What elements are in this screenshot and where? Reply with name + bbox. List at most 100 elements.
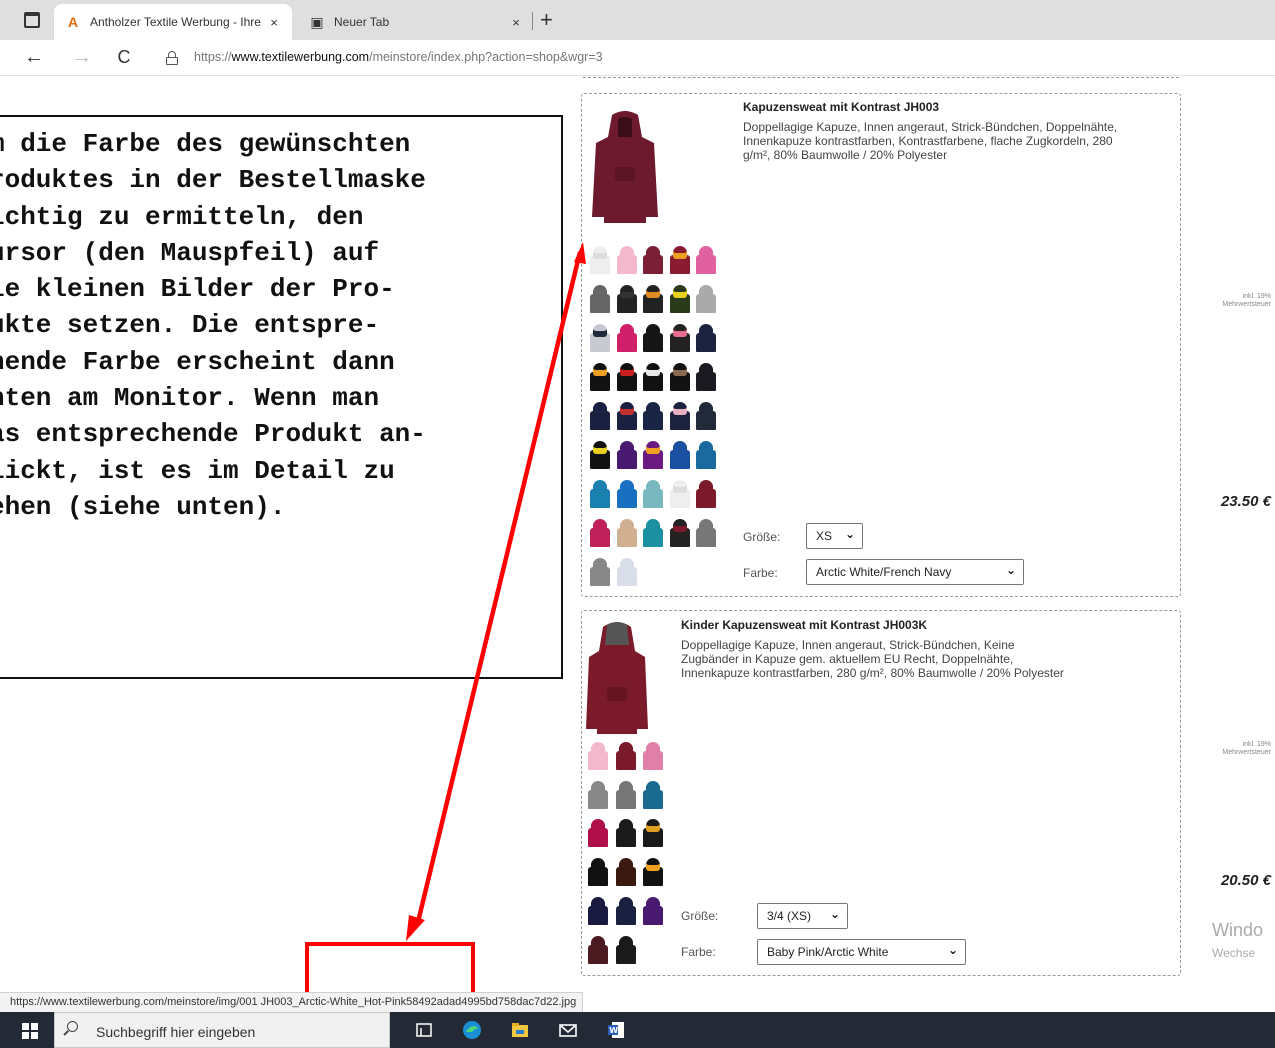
color-select[interactable]: Baby Pink/Arctic White ⌄: [757, 939, 966, 965]
color-swatch[interactable]: [587, 856, 609, 887]
annotation-line: ehen (siehe unten).: [0, 491, 286, 522]
address-bar[interactable]: https://www.textilewerbung.com/meinstore…: [194, 50, 603, 64]
color-swatch[interactable]: [615, 817, 637, 848]
color-swatch[interactable]: [642, 478, 664, 508]
close-tab-icon[interactable]: ×: [266, 15, 282, 30]
color-swatch[interactable]: [669, 517, 691, 547]
color-swatch[interactable]: [695, 478, 717, 508]
tab-new[interactable]: ▣ Neuer Tab ×: [298, 4, 534, 40]
product-price: 20.50 €: [1220, 872, 1271, 889]
mail-icon[interactable]: [558, 1020, 578, 1040]
product-description: Doppellagige Kapuze, Innen angeraut, Str…: [681, 638, 1064, 680]
reload-button[interactable]: C: [112, 47, 136, 68]
annotation-line: hende Farbe erscheint dann: [0, 346, 395, 377]
windows-start-icon[interactable]: [22, 1023, 38, 1039]
color-swatch[interactable]: [642, 400, 664, 430]
color-swatch[interactable]: [587, 817, 609, 848]
size-select[interactable]: 3/4 (XS) ⌄: [757, 903, 848, 929]
color-swatch[interactable]: [642, 856, 664, 887]
lock-icon[interactable]: [166, 51, 178, 65]
color-swatch[interactable]: [642, 779, 664, 809]
color-swatch[interactable]: [695, 244, 717, 274]
close-tab-icon[interactable]: ×: [508, 15, 524, 30]
color-swatch[interactable]: [642, 283, 664, 313]
taskbar-search[interactable]: Suchbegriff hier eingeben: [54, 1012, 390, 1048]
size-label: Größe:: [681, 909, 719, 923]
color-swatch[interactable]: [669, 322, 691, 352]
color-swatch[interactable]: [616, 283, 638, 313]
color-swatch[interactable]: [589, 556, 611, 586]
color-swatch[interactable]: [642, 740, 664, 770]
color-swatch[interactable]: [669, 244, 691, 274]
color-swatch[interactable]: [615, 856, 637, 887]
new-tab-button[interactable]: +: [540, 7, 553, 33]
color-swatch[interactable]: [589, 478, 611, 508]
color-swatch[interactable]: [615, 740, 637, 770]
color-swatch[interactable]: [695, 322, 717, 352]
color-swatch[interactable]: [589, 517, 611, 547]
color-label: Farbe:: [743, 566, 778, 580]
chevron-down-icon: ⌄: [947, 943, 958, 957]
color-swatch[interactable]: [589, 361, 611, 391]
color-swatch[interactable]: [589, 283, 611, 313]
tab-actions-icon[interactable]: [24, 12, 40, 28]
color-swatch[interactable]: [695, 517, 717, 547]
color-swatch[interactable]: [587, 895, 609, 925]
color-swatch[interactable]: [669, 478, 691, 508]
color-swatch[interactable]: [587, 934, 609, 964]
color-swatch[interactable]: [642, 895, 664, 925]
color-swatch[interactable]: [616, 478, 638, 508]
tab-title: Neuer Tab: [334, 15, 390, 29]
forward-button[interactable]: →: [70, 46, 94, 69]
color-swatch[interactable]: [642, 817, 664, 848]
back-button[interactable]: ←: [22, 46, 46, 69]
task-view-icon[interactable]: [414, 1020, 434, 1040]
word-icon[interactable]: W: [606, 1020, 626, 1040]
product-title[interactable]: Kinder Kapuzensweat mit Kontrast JH003K: [681, 618, 927, 632]
color-swatch[interactable]: [669, 361, 691, 391]
edge-icon[interactable]: [462, 1020, 482, 1040]
tax-note: inkl. 19% Mehrwertsteuer: [1222, 293, 1271, 308]
color-swatch[interactable]: [695, 283, 717, 313]
color-select[interactable]: Arctic White/French Navy ⌄: [806, 559, 1024, 585]
color-swatch[interactable]: [589, 400, 611, 430]
url-path: /meinstore/index.php?action=shop&wgr=3: [369, 50, 603, 64]
previous-card-border: [583, 77, 1179, 78]
file-explorer-icon[interactable]: [510, 1020, 530, 1040]
color-swatch[interactable]: [587, 779, 609, 809]
tab-antholzer[interactable]: A Antholzer Textile Werbung - Ihre ×: [54, 4, 292, 40]
color-swatch[interactable]: [616, 439, 638, 469]
color-swatch[interactable]: [616, 556, 638, 586]
color-swatch[interactable]: [642, 244, 664, 274]
color-swatch[interactable]: [615, 895, 637, 925]
color-swatch[interactable]: [616, 322, 638, 352]
color-swatch[interactable]: [615, 779, 637, 809]
color-value: Baby Pink/Arctic White: [767, 945, 889, 959]
product-title[interactable]: Kapuzensweat mit Kontrast JH003: [743, 100, 939, 114]
color-swatch[interactable]: [642, 361, 664, 391]
color-swatch[interactable]: [642, 439, 664, 469]
color-swatch[interactable]: [695, 400, 717, 430]
color-swatch[interactable]: [589, 439, 611, 469]
color-swatch[interactable]: [589, 244, 611, 274]
color-swatch[interactable]: [669, 283, 691, 313]
color-swatch[interactable]: [695, 361, 717, 391]
color-swatch[interactable]: [669, 439, 691, 469]
color-swatch[interactable]: [616, 400, 638, 430]
activation-watermark-sub: Wechse: [1212, 946, 1256, 960]
color-swatch[interactable]: [669, 400, 691, 430]
color-swatch[interactable]: [616, 517, 638, 547]
annotation-line: ukte setzen. Die entspre-: [0, 310, 380, 341]
color-swatch[interactable]: [589, 322, 611, 352]
color-swatch[interactable]: [695, 439, 717, 469]
product-image[interactable]: [585, 617, 649, 735]
color-swatch[interactable]: [616, 244, 638, 274]
product-image[interactable]: [590, 107, 660, 227]
size-select[interactable]: XS ⌄: [806, 523, 863, 549]
color-swatch[interactable]: [642, 517, 664, 547]
color-swatch[interactable]: [587, 740, 609, 770]
size-value: XS: [816, 529, 833, 543]
color-swatch[interactable]: [642, 322, 664, 352]
color-swatch[interactable]: [615, 934, 637, 964]
color-swatch[interactable]: [616, 361, 638, 391]
